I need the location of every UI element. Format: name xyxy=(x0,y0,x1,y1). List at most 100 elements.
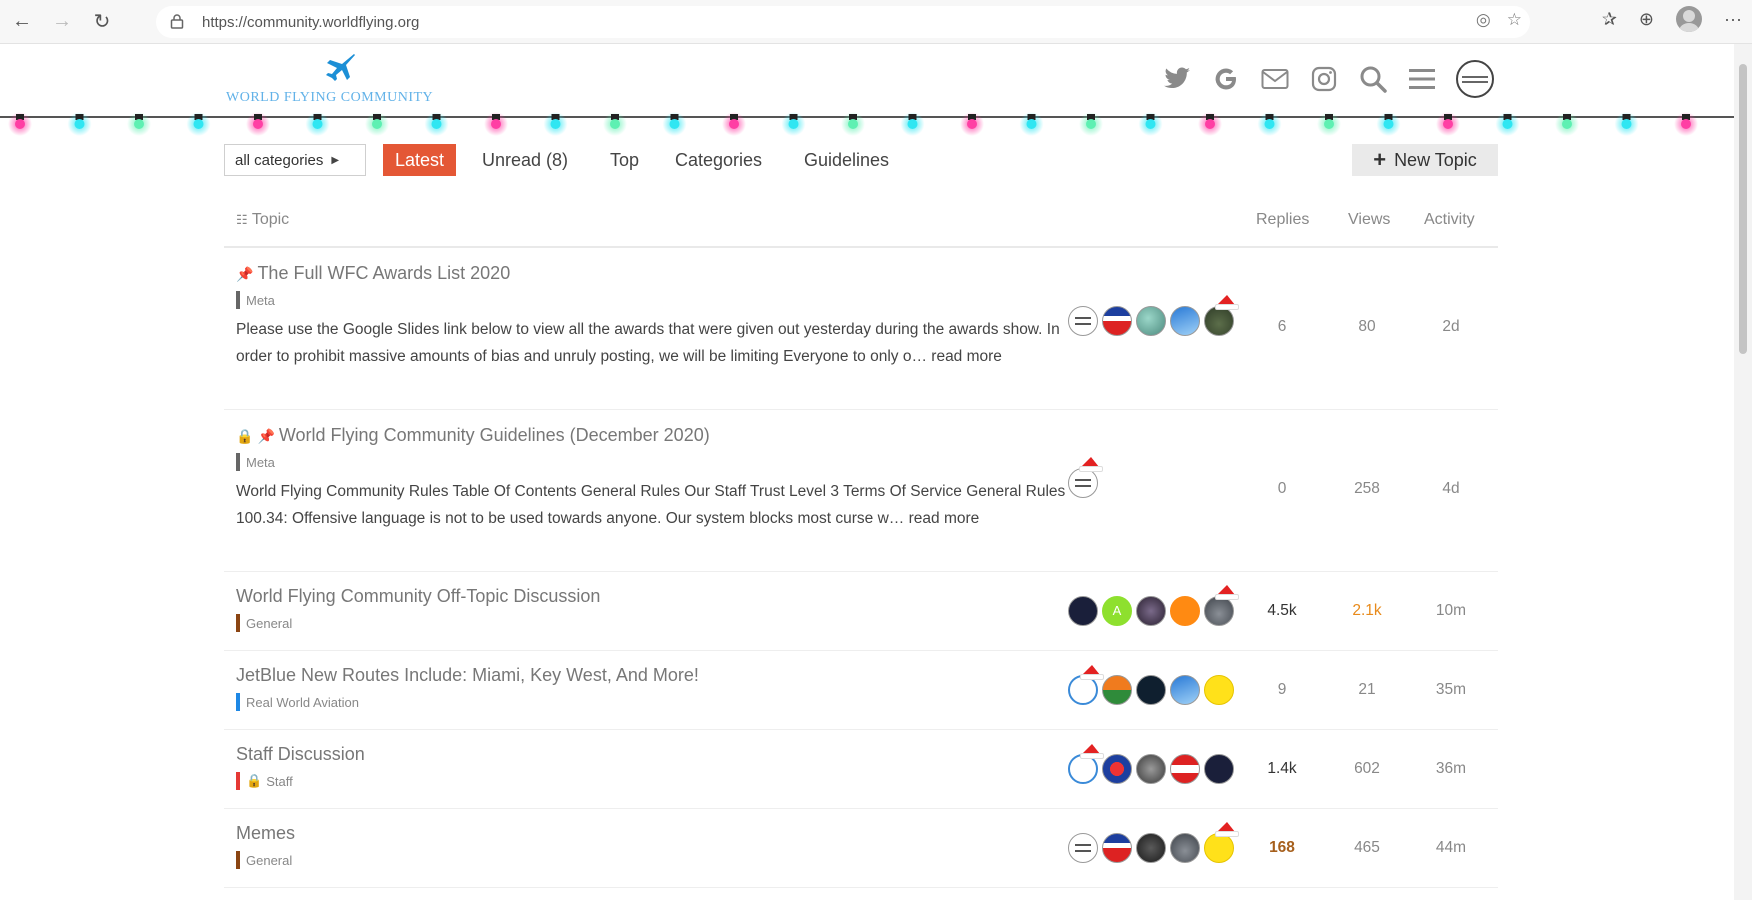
activity-time[interactable]: 44m xyxy=(1411,839,1491,857)
topic-title-link[interactable]: World Flying Community Off-Topic Discuss… xyxy=(236,586,600,607)
lock-icon: 🔒 xyxy=(236,428,254,444)
poster-avatars xyxy=(1068,665,1234,705)
views-count: 258 xyxy=(1354,480,1380,497)
browser-toolbar: ← → ↻ https://community.worldflying.org … xyxy=(0,0,1752,44)
tab-guidelines[interactable]: Guidelines xyxy=(804,144,889,176)
avatar[interactable] xyxy=(1170,833,1200,863)
activity-column-header[interactable]: Activity xyxy=(1424,211,1475,229)
avatar[interactable] xyxy=(1102,306,1132,336)
table-row[interactable]: Staff Discussion 🔒 Staff 1.4k 602 36m xyxy=(224,730,1498,809)
poster-avatars xyxy=(1068,295,1239,336)
avatar[interactable] xyxy=(1136,754,1166,784)
avatar[interactable] xyxy=(1136,596,1166,626)
table-row[interactable]: 📌 The Full WFC Awards List 2020 Meta Plea… xyxy=(224,248,1498,410)
topic-title-link[interactable]: JetBlue New Routes Include: Miami, Key W… xyxy=(236,665,699,686)
collections-icon[interactable]: ⊕ xyxy=(1639,9,1654,30)
avatar[interactable] xyxy=(1136,833,1166,863)
avatar[interactable] xyxy=(1204,754,1234,784)
mail-icon[interactable] xyxy=(1260,65,1289,94)
avatar[interactable] xyxy=(1068,596,1098,626)
avatar[interactable] xyxy=(1170,596,1200,626)
activity-time[interactable]: 4d xyxy=(1411,480,1491,498)
tab-latest[interactable]: Latest xyxy=(383,144,457,176)
category-badge[interactable]: Meta xyxy=(236,453,275,471)
topic-title-link[interactable]: Memes xyxy=(236,823,295,844)
read-more-link[interactable]: read more xyxy=(931,348,1002,365)
arrow-left-icon[interactable]: ← xyxy=(4,4,40,40)
avatar[interactable] xyxy=(1136,306,1166,336)
views-count: 21 xyxy=(1358,681,1376,698)
table-row[interactable]: World Flying Community Off-Topic Discuss… xyxy=(224,572,1498,651)
views-count: 602 xyxy=(1354,760,1380,777)
scrollbar-thumb[interactable] xyxy=(1739,64,1747,354)
views-count: 2.1k xyxy=(1352,602,1382,619)
new-topic-button[interactable]: + New Topic xyxy=(1352,144,1498,176)
category-badge[interactable]: General xyxy=(236,614,292,632)
current-user-avatar[interactable] xyxy=(1456,60,1494,98)
activity-time[interactable]: 2d xyxy=(1411,318,1491,336)
activity-time[interactable]: 10m xyxy=(1411,602,1491,620)
avatar[interactable] xyxy=(1102,754,1132,784)
search-icon[interactable] xyxy=(1358,65,1387,94)
favorites-icon[interactable]: ✰ xyxy=(1602,9,1617,30)
table-row[interactable]: JetBlue New Routes Include: Miami, Key W… xyxy=(224,651,1498,730)
replies-count: 1.4k xyxy=(1267,760,1297,777)
favorite-star-icon[interactable]: ☆ xyxy=(1507,10,1522,30)
category-badge[interactable]: 🔒 Staff xyxy=(236,772,293,790)
category-badge[interactable]: Real World Aviation xyxy=(236,693,359,711)
avatar[interactable]: A xyxy=(1102,596,1132,626)
avatar[interactable] xyxy=(1068,306,1098,336)
table-row[interactable]: 🔒 📌 World Flying Community Guidelines (Dec… xyxy=(224,410,1498,572)
lock-icon: 🔒 xyxy=(246,773,263,788)
twitter-icon[interactable] xyxy=(1162,65,1191,94)
poster-avatars xyxy=(1068,822,1239,863)
topic-title-link[interactable]: 📌 The Full WFC Awards List 2020 xyxy=(236,263,510,284)
avatar[interactable] xyxy=(1136,675,1166,705)
category-badge[interactable]: Meta xyxy=(236,291,275,309)
google-icon[interactable] xyxy=(1211,65,1240,94)
avatar[interactable] xyxy=(1204,822,1239,863)
avatar[interactable] xyxy=(1102,675,1132,705)
avatar[interactable] xyxy=(1068,744,1104,784)
address-bar[interactable]: https://community.worldflying.org ◎ ☆ xyxy=(156,6,1530,38)
replies-column-header[interactable]: Replies xyxy=(1256,211,1309,229)
logo-text: WORLD FLYING COMMUNITY xyxy=(226,90,434,105)
profile-avatar[interactable] xyxy=(1676,6,1703,32)
tab-top[interactable]: Top xyxy=(610,144,639,176)
avatar[interactable] xyxy=(1170,754,1200,784)
avatar[interactable] xyxy=(1170,306,1200,336)
refresh-icon[interactable]: ↻ xyxy=(84,4,120,40)
category-dropdown[interactable]: all categories ▶ xyxy=(224,144,366,176)
category-badge[interactable]: General xyxy=(236,851,292,869)
poster-avatars: A xyxy=(1068,585,1239,626)
table-row[interactable]: Memes General 168 465 44m xyxy=(224,809,1498,888)
avatar[interactable] xyxy=(1068,665,1104,705)
avatar[interactable] xyxy=(1204,295,1239,336)
arrow-right-icon[interactable]: → xyxy=(44,4,80,40)
hamburger-menu-icon[interactable] xyxy=(1407,65,1436,94)
list-icon: ☷ xyxy=(236,212,248,227)
topic-column-header[interactable]: ☷ Topic xyxy=(236,211,289,229)
views-column-header[interactable]: Views xyxy=(1348,211,1390,229)
avatar[interactable] xyxy=(1068,457,1103,498)
poster-avatars xyxy=(1068,744,1234,784)
avatar[interactable] xyxy=(1102,833,1132,863)
topic-title-link[interactable]: Staff Discussion xyxy=(236,744,365,765)
instagram-icon[interactable] xyxy=(1309,65,1338,94)
read-more-link[interactable]: read more xyxy=(909,510,980,527)
page-scrollbar[interactable] xyxy=(1734,44,1752,900)
avatar[interactable] xyxy=(1204,585,1239,626)
activity-time[interactable]: 35m xyxy=(1411,681,1491,699)
activity-time[interactable]: 36m xyxy=(1411,760,1491,778)
more-menu-icon[interactable]: ··· xyxy=(1724,9,1742,30)
tab-unread[interactable]: Unread (8) xyxy=(482,144,568,176)
site-logo[interactable]: WORLD FLYING COMMUNITY xyxy=(224,52,464,107)
tracking-prevention-icon[interactable]: ◎ xyxy=(1476,10,1491,30)
tab-categories[interactable]: Categories xyxy=(675,144,762,176)
topic-title-link[interactable]: 🔒 📌 World Flying Community Guidelines (Dec… xyxy=(236,425,710,446)
avatar[interactable] xyxy=(1068,833,1098,863)
avatar[interactable] xyxy=(1204,675,1234,705)
pin-icon: 📌 xyxy=(257,428,275,444)
lock-icon xyxy=(170,13,188,32)
avatar[interactable] xyxy=(1170,675,1200,705)
